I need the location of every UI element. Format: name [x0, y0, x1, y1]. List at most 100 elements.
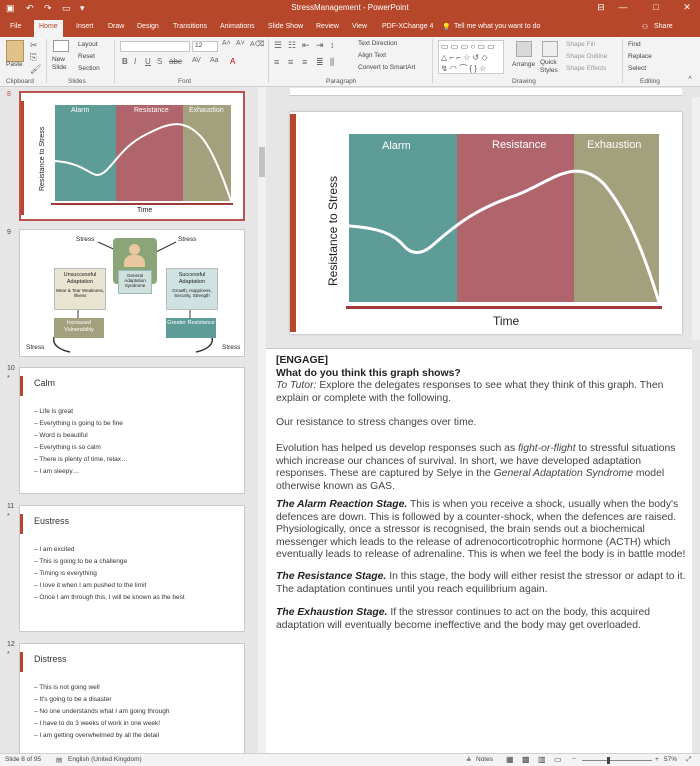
thumbnails-scrollbar[interactable]	[258, 87, 266, 753]
zoom-level[interactable]: 57%	[664, 756, 677, 763]
thumb-line: – This is going to be a challenge	[34, 558, 128, 565]
quick-styles-icon[interactable]	[542, 41, 558, 57]
shape-fill-button[interactable]: Shape Fill	[566, 41, 595, 48]
shadow-icon[interactable]: S	[157, 57, 162, 66]
tab-pdf-xchange[interactable]: PDF-XChange 4	[382, 23, 433, 30]
new-slide-icon[interactable]	[53, 40, 69, 52]
shrink-font-icon[interactable]: A˅	[236, 40, 245, 47]
spelling-icon[interactable]: ▤	[56, 756, 62, 764]
group-font: Font	[178, 78, 192, 85]
align-left-icon[interactable]: ≡	[274, 57, 279, 67]
minimize-button[interactable]: —	[612, 2, 634, 12]
thumbnail-slide-12[interactable]: Distress – This is not going well – It's…	[19, 643, 245, 753]
font-size-input[interactable]: 12	[192, 41, 218, 52]
reading-view-icon[interactable]: ▥	[538, 755, 546, 764]
zoom-slider-thumb[interactable]	[607, 757, 610, 764]
zoom-out-icon[interactable]: −	[572, 756, 576, 763]
notes-pane[interactable]: [ENGAGE] What do you think this graph sh…	[266, 348, 692, 753]
decrease-indent-icon[interactable]: ⇤	[302, 40, 310, 51]
thumbnail-slide-11[interactable]: Eustress – I am excited – This is going …	[19, 505, 245, 632]
find-button[interactable]: Find	[628, 41, 641, 48]
reset-button[interactable]: Reset	[78, 53, 95, 60]
clear-format-icon[interactable]: A⌫	[250, 40, 265, 48]
thumb-line: – I am getting overwhelmed by all the de…	[34, 732, 160, 739]
cut-icon[interactable]: ✂	[30, 40, 38, 51]
tab-insert[interactable]: Insert	[76, 23, 94, 30]
select-button[interactable]: Select	[628, 65, 646, 72]
thumbnail-slide-9[interactable]: Stress Stress General Adaptation Syndrom…	[19, 229, 245, 357]
share-button[interactable]: Share	[654, 23, 673, 30]
numbering-icon[interactable]: ☷	[288, 40, 296, 51]
thumb-line: – Everything is going to be fine	[34, 420, 123, 427]
zoom-slider[interactable]	[582, 760, 652, 761]
align-center-icon[interactable]: ≡	[288, 57, 293, 67]
notes-p2: Evolution has helped us develop response…	[276, 443, 676, 492]
char-spacing-icon[interactable]: AV	[192, 57, 201, 64]
paste-button[interactable]: Paste	[6, 61, 23, 68]
normal-view-icon[interactable]: ▦	[506, 755, 514, 764]
quick-styles-button[interactable]: Quick Styles	[540, 59, 562, 75]
arrange-icon[interactable]	[516, 41, 532, 57]
fit-slide-icon[interactable]: ⤢	[686, 756, 691, 764]
justify-icon[interactable]: ≣	[316, 57, 324, 68]
tab-draw[interactable]: Draw	[108, 23, 124, 30]
share-icon[interactable]: ⚇	[642, 23, 648, 31]
tab-view[interactable]: View	[352, 23, 367, 30]
font-name-input[interactable]	[120, 41, 190, 52]
thumb-line: – Everything is so calm	[34, 444, 101, 451]
align-right-icon[interactable]: ≡	[302, 57, 307, 67]
tell-me-search[interactable]: Tell me what you want to do	[454, 23, 540, 30]
shapes-gallery[interactable]: ▭ ▭ ▭ ○ ▭ ▭ △ ⌐ ⌐ ☆ ↺ ◇ ↯ ◠ ⌒ { } ☆	[438, 40, 504, 74]
copy-icon[interactable]: ⎘	[30, 52, 37, 63]
tab-review[interactable]: Review	[316, 23, 339, 30]
slide-accent-bar	[290, 114, 296, 332]
grow-font-icon[interactable]: A˄	[222, 40, 231, 47]
slide-number: 12	[7, 641, 15, 648]
thumbnail-slide-10[interactable]: Calm – Life is great – Everything is goi…	[19, 367, 245, 494]
replace-button[interactable]: Replace	[628, 53, 652, 60]
x-axis-label: Time	[493, 314, 520, 328]
section-button[interactable]: Section	[78, 65, 100, 72]
layout-button[interactable]: Layout	[78, 41, 98, 48]
canvas-scrollbar[interactable]	[692, 97, 700, 340]
text-direction-button[interactable]: Text Direction	[358, 40, 397, 47]
current-slide[interactable]: Alarm Resistance Exhaustion Resistance t…	[290, 112, 682, 334]
collapse-ribbon-icon[interactable]: ˄	[688, 75, 692, 82]
bold-icon[interactable]: B	[122, 57, 128, 66]
tab-design[interactable]: Design	[137, 23, 159, 30]
tab-home[interactable]: Home	[34, 20, 63, 37]
increase-indent-icon[interactable]: ⇥	[316, 40, 324, 51]
maximize-button[interactable]: □	[645, 2, 667, 12]
tab-file[interactable]: File	[10, 23, 21, 30]
change-case-icon[interactable]: Aa	[210, 57, 219, 64]
close-button[interactable]: ✕	[676, 2, 698, 13]
format-painter-icon[interactable]: 🖌	[30, 64, 41, 75]
tab-slideshow[interactable]: Slide Show	[268, 23, 303, 30]
columns-icon[interactable]: ⫼	[330, 57, 334, 68]
shape-outline-button[interactable]: Shape Outline	[566, 53, 607, 60]
slide-sorter-icon[interactable]: ▩	[522, 755, 530, 764]
zoom-in-icon[interactable]: +	[655, 756, 659, 763]
thumb-line: – There is plenty of time, relax…	[34, 456, 128, 463]
underline-icon[interactable]: U	[145, 57, 151, 66]
tab-animations[interactable]: Animations	[220, 23, 255, 30]
language-status[interactable]: English (United Kingdom)	[68, 756, 142, 763]
arrange-button[interactable]: Arrange	[512, 61, 535, 68]
notes-button[interactable]: Notes	[476, 756, 493, 763]
shape-effects-button[interactable]: Shape Effects	[566, 65, 606, 72]
convert-smartart-button[interactable]: Convert to SmartArt	[358, 64, 415, 71]
thumbnail-slide-8[interactable]: Alarm Resistance Exhaustion Resistance t…	[19, 91, 245, 221]
italic-icon[interactable]: I	[134, 57, 136, 66]
notes-p4: The Resistance Stage. In this stage, the…	[276, 571, 686, 595]
align-text-button[interactable]: Align Text	[358, 52, 386, 59]
strikethrough-icon[interactable]: abc	[169, 57, 182, 66]
ribbon-display-icon[interactable]: ⊟	[590, 2, 612, 13]
tab-transitions[interactable]: Transitions	[173, 23, 207, 30]
slideshow-view-icon[interactable]: ▭	[554, 755, 562, 764]
new-slide-button[interactable]: New Slide	[52, 56, 74, 72]
paste-icon[interactable]	[6, 40, 24, 62]
notes-icon[interactable]: ≜	[466, 756, 471, 764]
font-color-icon[interactable]: A	[230, 57, 235, 66]
bullets-icon[interactable]: ☰	[274, 40, 282, 51]
line-spacing-icon[interactable]: ↕	[330, 40, 335, 50]
